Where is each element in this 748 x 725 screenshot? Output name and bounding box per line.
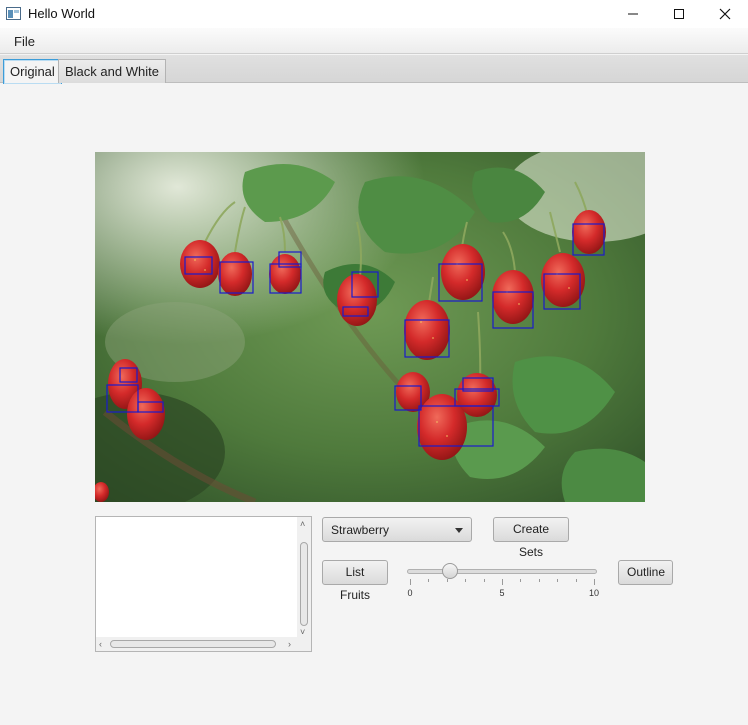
scroll-corner	[297, 637, 311, 651]
maximize-button[interactable]	[656, 0, 702, 28]
vertical-scroll-thumb[interactable]	[300, 542, 308, 626]
scroll-right-icon[interactable]: ›	[288, 639, 291, 649]
slider-tick	[465, 579, 467, 582]
slider-track[interactable]	[407, 569, 597, 574]
menu-bar: File	[0, 28, 748, 54]
slider-tick	[557, 579, 559, 582]
menu-file[interactable]: File	[6, 31, 43, 52]
chevron-down-icon	[455, 528, 463, 533]
slider-tick	[538, 579, 540, 582]
title-bar[interactable]: Hello World	[0, 0, 748, 28]
slider-tick	[520, 579, 522, 582]
outline-button[interactable]: Outline	[618, 560, 673, 585]
scroll-up-icon[interactable]: ˄	[300, 519, 305, 529]
slider-tick	[428, 579, 430, 582]
window-title: Hello World	[28, 6, 95, 21]
maximize-icon	[674, 9, 684, 19]
slider-tick	[594, 579, 595, 585]
strawberry-image	[95, 152, 645, 502]
slider-tick	[502, 579, 503, 585]
scroll-down-icon[interactable]: ˅	[300, 627, 305, 637]
slider-tick-label: 10	[588, 588, 600, 598]
app-icon	[6, 7, 21, 20]
slider-tick	[446, 579, 448, 582]
minimize-icon	[628, 13, 638, 15]
close-icon	[719, 8, 731, 20]
fruit-select-value: Strawberry	[331, 523, 390, 537]
horizontal-scrollbar[interactable]: ‹ ›	[96, 637, 297, 651]
scroll-left-icon[interactable]: ‹	[99, 639, 102, 649]
horizontal-scroll-thumb[interactable]	[110, 640, 276, 648]
tab-black-and-white[interactable]: Black and White	[58, 59, 166, 83]
tab-bar: Original Black and White	[0, 55, 748, 84]
close-button[interactable]	[702, 0, 748, 28]
vertical-scrollbar[interactable]: ˄ ˅	[297, 517, 311, 637]
outline-slider[interactable]: 0 5 10	[404, 561, 599, 601]
tab-original[interactable]: Original	[3, 59, 62, 84]
slider-tick-label: 0	[407, 588, 413, 598]
minimize-button[interactable]	[610, 0, 656, 28]
create-sets-button[interactable]: Create Sets	[493, 517, 569, 559]
fruit-list[interactable]: ˄ ˅ ‹ ›	[95, 516, 312, 652]
list-fruits-button[interactable]: List Fruits	[322, 560, 388, 602]
slider-thumb[interactable]	[442, 563, 459, 579]
slider-tick-label: 5	[499, 588, 505, 598]
strawberry-photo	[95, 152, 645, 502]
fruit-select[interactable]: Strawberry	[322, 517, 472, 542]
slider-tick	[410, 579, 411, 585]
slider-tick	[575, 579, 577, 582]
slider-tick	[483, 579, 485, 582]
